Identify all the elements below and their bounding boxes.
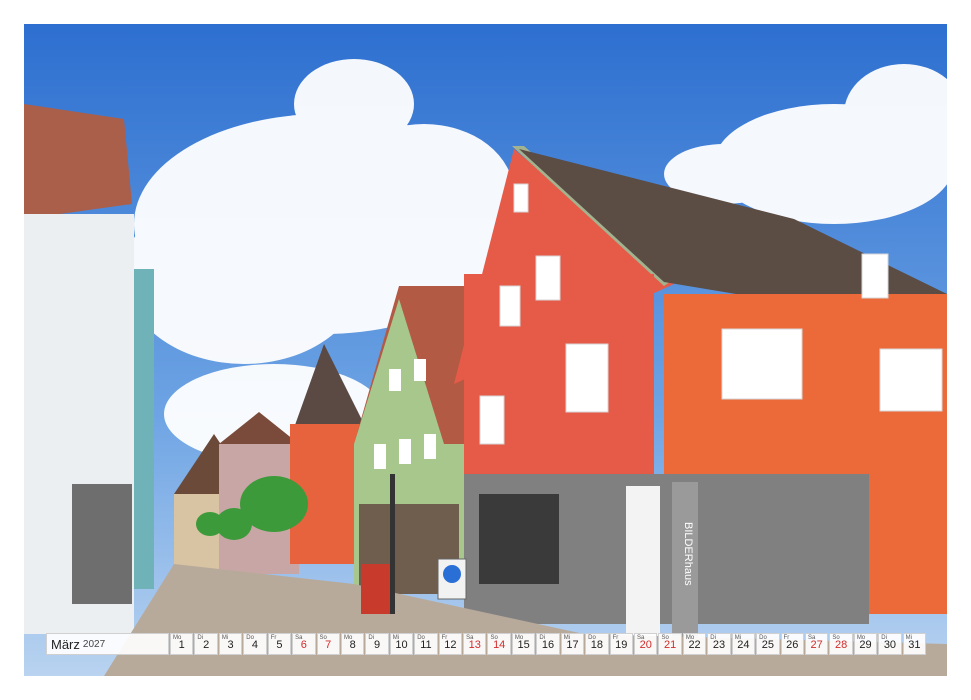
day-cell: Di 2 (194, 633, 218, 655)
day-cell: Sa 27 (804, 633, 829, 655)
shop-sign-text: BILDERhaus (682, 522, 694, 586)
day-cell: Do 18 (585, 633, 609, 655)
day-cell: Mo 29 (853, 633, 878, 655)
day-cell: Mo 15 (511, 633, 536, 655)
day-cell: Mi 10 (389, 633, 414, 655)
street-photo: BILDERhaus (24, 24, 947, 676)
day-cell: Fr 19 (609, 633, 634, 655)
day-number: 9 (374, 639, 381, 651)
day-number: 30 (883, 639, 897, 651)
year: 2027 (82, 638, 106, 650)
month-name: März (51, 636, 80, 652)
day-cell: Fr 12 (438, 633, 463, 655)
day-cell: Di 9 (365, 633, 389, 655)
day-number: 23 (712, 639, 726, 651)
day-number: 14 (493, 639, 506, 651)
day-cell: Sa 13 (463, 633, 487, 655)
day-number: 28 (834, 639, 848, 651)
day-number: 8 (349, 639, 356, 651)
day-cell: Mo 8 (340, 633, 365, 655)
day-cell: Sa 6 (292, 633, 316, 655)
day-number: 25 (761, 639, 774, 651)
day-number: 26 (786, 639, 799, 651)
day-number: 12 (444, 639, 457, 651)
month-label: März 2027 (46, 633, 169, 655)
day-number: 19 (615, 639, 628, 651)
day-number: 13 (468, 639, 481, 651)
day-cell: Mo 1 (170, 633, 194, 655)
day-cell: So 7 (316, 633, 340, 655)
day-number: 22 (688, 639, 701, 651)
day-number: 20 (639, 639, 652, 651)
day-number: 1 (178, 639, 185, 651)
day-number: 11 (420, 639, 432, 651)
day-number: 21 (664, 639, 677, 651)
day-cell: Do 25 (756, 633, 780, 655)
day-cell: Di 16 (536, 633, 560, 655)
day-cell: Di 23 (707, 633, 731, 655)
day-number: 5 (276, 639, 283, 651)
day-cell: Fr 26 (780, 633, 804, 655)
day-number: 16 (541, 639, 555, 651)
day-cell: Fr 5 (267, 633, 292, 655)
day-cells: Mo 1 Di 2 Mi 3 Do 4 Fr 5 Sa 6 So 7 Mo 8 Di 9 Mi 10 Do 11 Fr 12 S… (169, 633, 927, 655)
day-cell: Mi 24 (731, 633, 756, 655)
day-cell: So 28 (829, 633, 853, 655)
day-cell: Do 4 (243, 633, 267, 655)
day-number: 17 (566, 639, 579, 651)
day-cell: Mi 17 (560, 633, 585, 655)
day-number: 3 (227, 639, 234, 651)
day-cell: Mo 22 (682, 633, 707, 655)
day-cell: Mi 3 (218, 633, 243, 655)
day-number: 27 (810, 639, 823, 651)
month-calendar-strip: März 2027 Mo 1 Di 2 Mi 3 Do 4 Fr 5 Sa 6 So 7 Mo 8 Di 9 Mi 1… (46, 633, 927, 655)
day-number: 6 (300, 639, 307, 651)
day-cell: So 14 (487, 633, 511, 655)
day-number: 2 (203, 639, 210, 651)
day-cell: Di 30 (878, 633, 902, 655)
day-number: 29 (859, 639, 872, 651)
day-number: 4 (251, 639, 259, 651)
day-number: 24 (737, 639, 750, 651)
day-cell: Do 11 (414, 633, 438, 655)
day-number: 10 (395, 639, 408, 651)
day-cell: Sa 20 (634, 633, 658, 655)
day-cell: Mi 31 (902, 633, 927, 655)
day-cell: So 21 (658, 633, 682, 655)
day-number: 15 (517, 639, 530, 651)
day-number: 7 (325, 639, 332, 651)
day-number: 18 (590, 639, 603, 651)
town-street-illustration: BILDERhaus (24, 24, 947, 676)
day-number: 31 (908, 639, 921, 651)
gallery-shop: BILDERhaus (464, 474, 869, 642)
